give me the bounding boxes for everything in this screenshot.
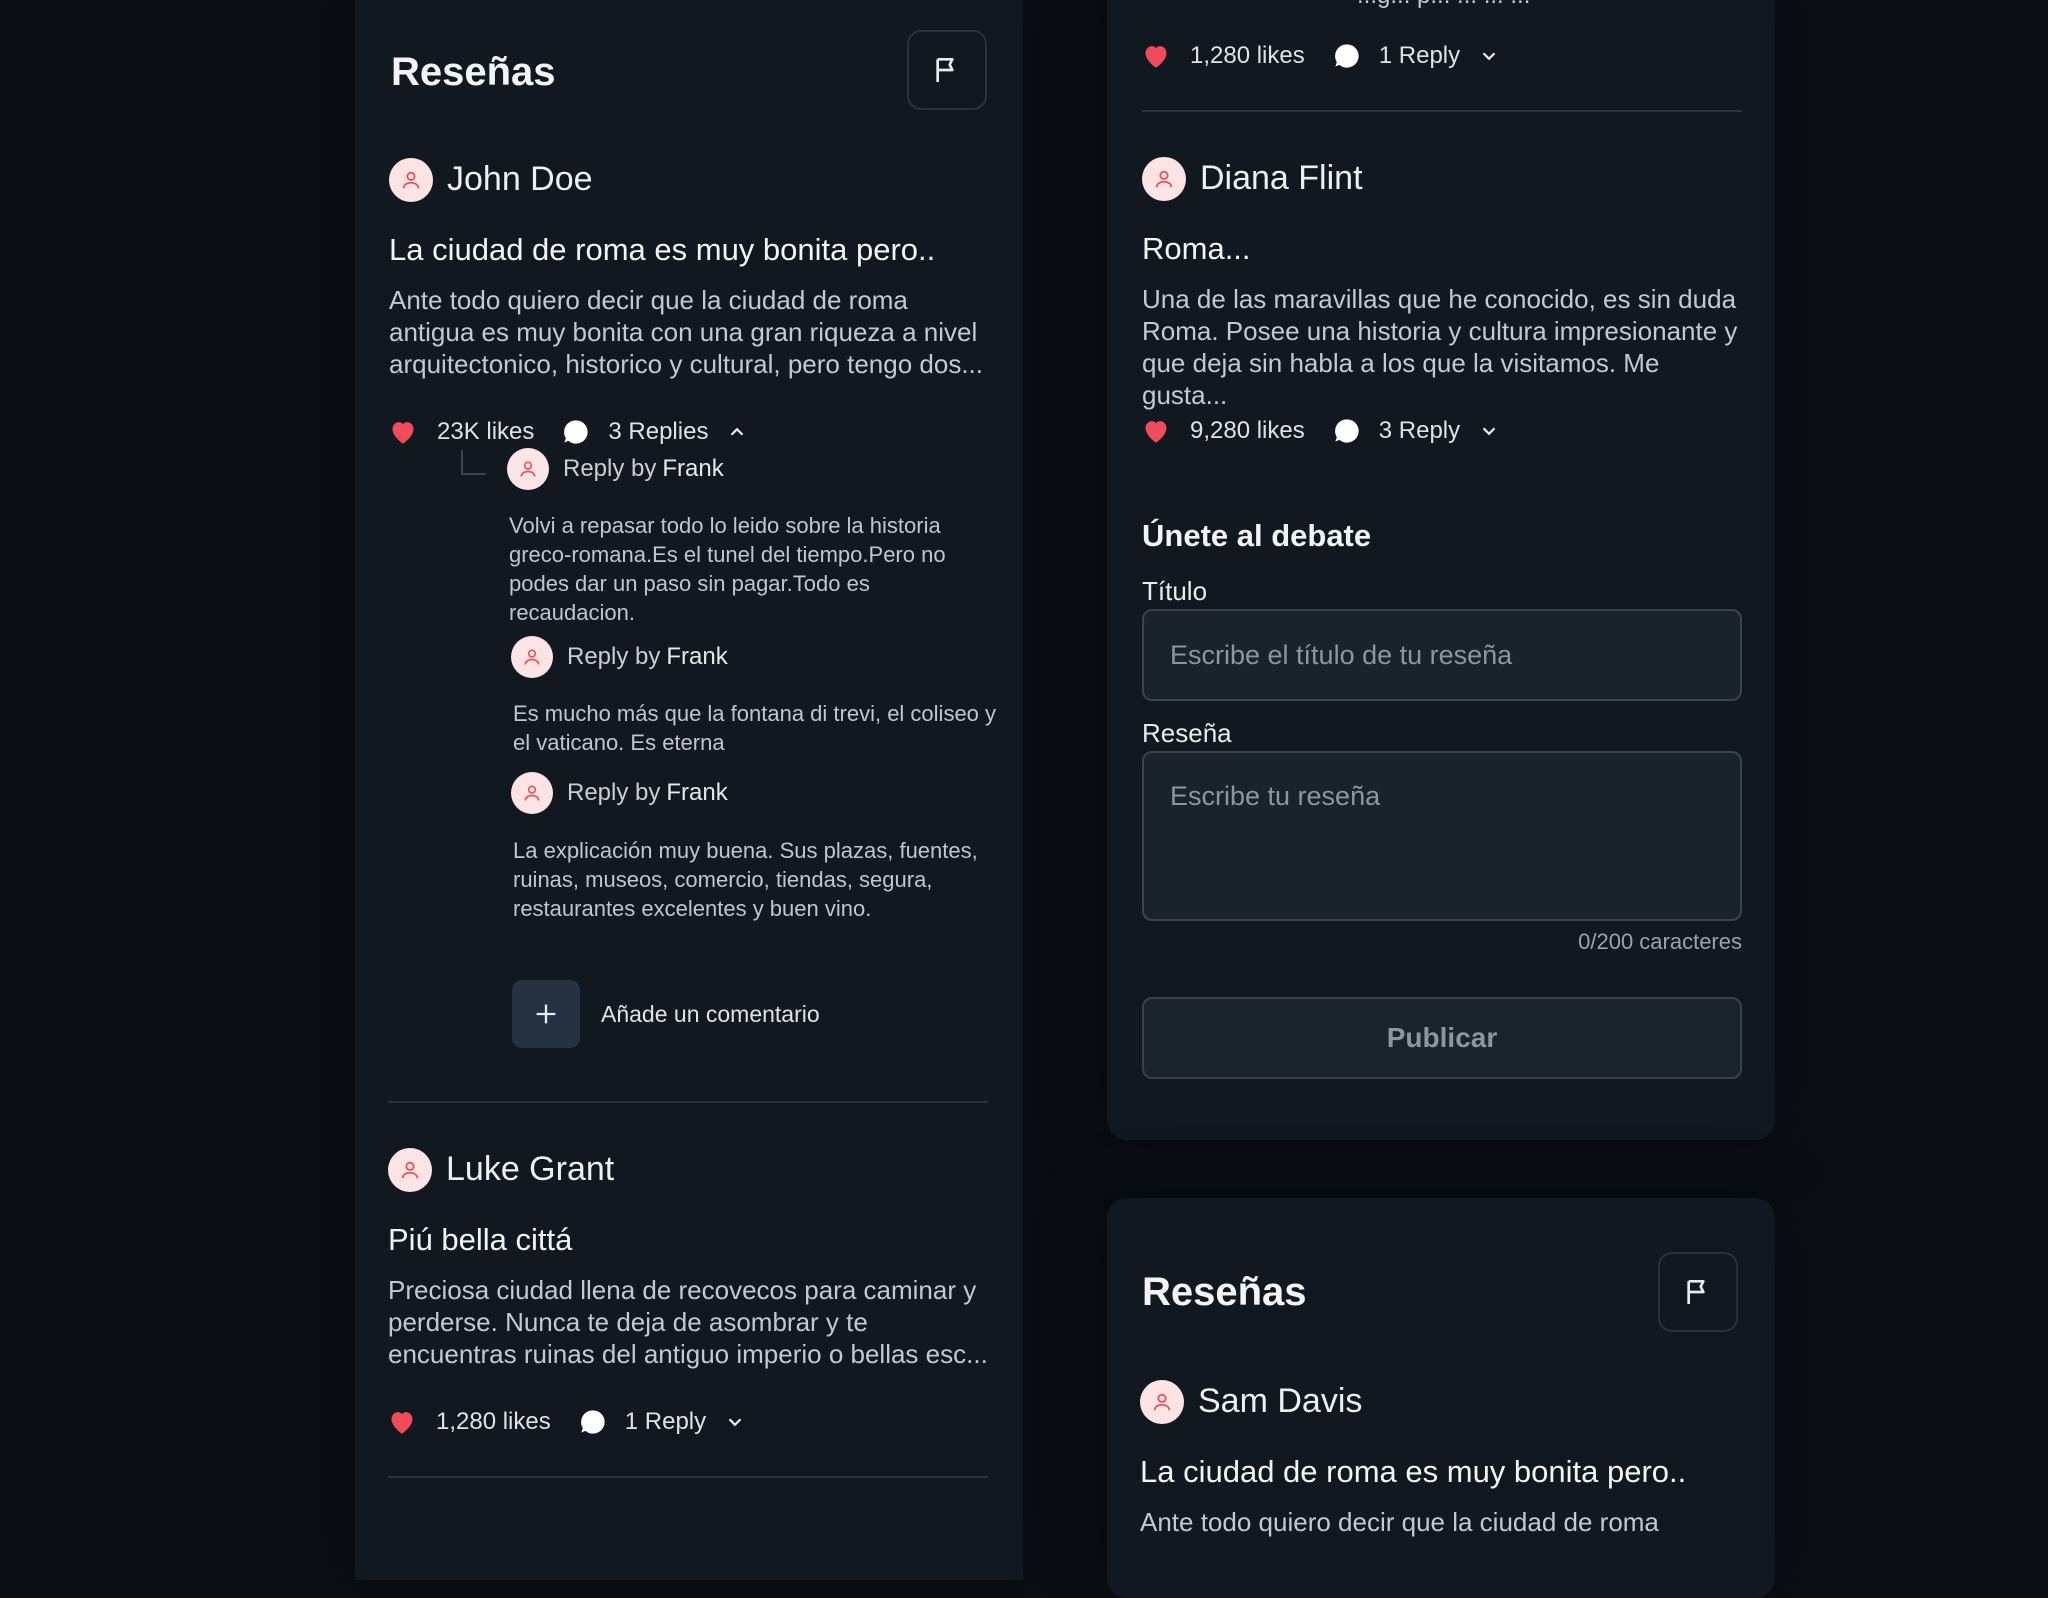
avatar [388,1148,432,1192]
report-button[interactable] [1658,1252,1738,1332]
replies-toggle[interactable]: 3 Reply [1379,417,1460,445]
reply-header: Reply by Frank [511,772,728,814]
review-body: Una de las maravillas que he conocido, e… [1142,284,1738,410]
replies-toggle[interactable]: 3 Replies [608,418,708,446]
heart-icon[interactable] [1142,43,1170,69]
review-body: Ante todo quiero decir que la ciudad de … [389,285,983,379]
publish-button[interactable]: Publicar [1142,997,1742,1079]
reply-author[interactable]: Frank [666,779,727,807]
panel-title: Reseñas [1142,1270,1307,1314]
reviews-panel-right: Reseñas Sam Davis La ciudad de roma es m… [1107,1198,1775,1598]
panel-title: Reseñas [391,50,556,94]
chevron-down-icon[interactable] [724,1411,746,1433]
review-stats: 1,280 likes 1 Reply [388,1408,746,1436]
review-stats: 1,280 likes 1 Reply [1142,42,1500,70]
avatar [1142,157,1186,201]
reply-prefix: Reply by [567,643,661,670]
flag-icon [936,58,954,82]
add-comment-button[interactable] [512,980,580,1048]
review-author: Diana Flint [1200,159,1363,197]
avatar [1140,1380,1184,1424]
chevron-down-icon[interactable] [1478,420,1500,442]
replies-toggle[interactable]: 1 Reply [1379,42,1460,70]
review-title: La ciudad de roma es muy bonita pero.. [389,232,936,267]
heart-icon[interactable] [388,1409,416,1435]
review-stats: 9,280 likes 3 Reply [1142,417,1500,445]
review-author: John Doe [447,160,593,198]
reply-connector-icon [461,450,486,475]
cut-off-text: ...g... p... ... ... ... [1357,0,1530,10]
reply-header: Reply by Frank [511,636,728,678]
user-icon [1153,1393,1171,1411]
review-title: Piú bella cittá [388,1222,573,1257]
chevron-up-icon[interactable] [726,421,748,443]
reply-prefix: Reply by [567,779,661,806]
flag-icon [1687,1280,1705,1304]
reply-prefix: Reply by [563,455,657,482]
char-counter: 0/200 caracteres [1578,929,1742,954]
user-icon [524,785,540,801]
title-label: Título [1142,576,1208,606]
user-icon [520,461,536,477]
review-author: Sam Davis [1198,1382,1363,1420]
reply-header: Reply by Frank [507,448,724,490]
likes-count: 1,280 likes [436,1408,551,1435]
review-title: Roma... [1142,231,1251,266]
report-button[interactable] [907,30,987,110]
reply-text: Es mucho más que la fontana di trevi, el… [513,701,997,755]
review-body: Ante todo quiero decir que la ciudad de … [1140,1507,1659,1537]
chat-bubble-icon [1334,419,1359,443]
review-label: Reseña [1142,718,1232,748]
reviews-panel-left: Reseñas John Doe La ciudad de roma es mu… [355,0,1023,1580]
plus-icon [536,1004,556,1024]
avatar [511,636,553,678]
avatar [389,158,433,202]
review-form-panel: ...g... p... ... ... ... 1,280 likes 1 R… [1107,0,1775,1140]
chat-bubble-icon [580,1410,605,1434]
heart-icon[interactable] [1142,418,1170,444]
chat-bubble-icon [1334,44,1359,68]
review-body: Preciosa ciudad llena de recovecos para … [388,1275,988,1369]
likes-count: 23K likes [437,418,535,445]
reply-text: Volvi a repasar todo lo leido sobre la h… [509,513,946,625]
chat-bubble-icon [564,420,589,444]
likes-count: 9,280 likes [1190,417,1305,444]
likes-count: 1,280 likes [1190,42,1305,69]
reply-author[interactable]: Frank [666,643,727,671]
heart-icon[interactable] [389,419,417,445]
divider [388,1476,988,1478]
review-author: Luke Grant [446,1150,615,1188]
reply-author[interactable]: Frank [662,455,723,483]
divider [388,1101,988,1103]
review-textarea[interactable] [1142,751,1742,921]
user-icon [524,649,540,665]
review-title: La ciudad de roma es muy bonita pero.. [1140,1454,1687,1489]
chevron-down-icon[interactable] [1478,45,1500,67]
avatar [507,448,549,490]
user-icon [402,171,420,189]
avatar [511,772,553,814]
add-comment-label[interactable]: Añade un comentario [601,1001,820,1028]
user-icon [401,1161,419,1179]
form-heading: Únete al debate [1142,518,1372,553]
title-input[interactable] [1142,609,1742,701]
divider [1142,110,1742,112]
reply-text: La explicación muy buena. Sus plazas, fu… [513,838,978,921]
user-icon [1155,170,1173,188]
review-stats: 23K likes 3 Replies [389,418,748,446]
replies-toggle[interactable]: 1 Reply [625,1408,706,1436]
